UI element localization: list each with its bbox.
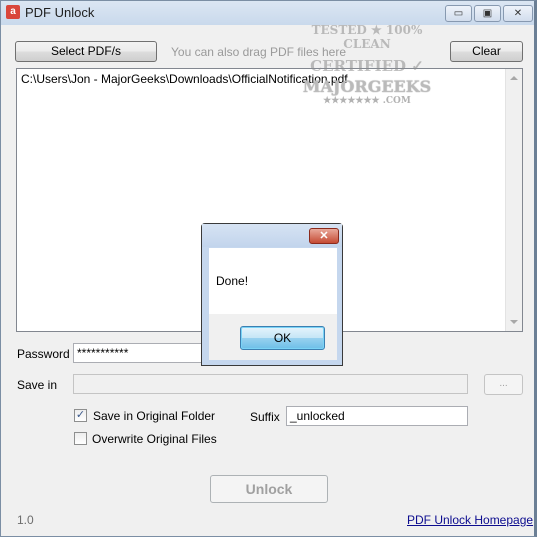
scroll-up-arrow-icon[interactable] <box>510 76 518 80</box>
watermark-com: ★★★★★★★ .COM <box>323 96 411 106</box>
minimize-icon: ▭ <box>453 8 464 19</box>
clear-button[interactable]: Clear <box>450 41 523 62</box>
watermark-certified: CERTIFIED ✓ <box>310 57 424 75</box>
select-pdfs-button[interactable]: Select PDF/s <box>15 41 157 62</box>
overwrite-original-files-checkbox[interactable] <box>74 432 87 445</box>
window-title: PDF Unlock <box>25 5 95 20</box>
done-dialog: ✕ Done! OK <box>201 223 343 366</box>
save-original-folder-checkbox[interactable]: ✓ <box>74 409 87 422</box>
suffix-label: Suffix <box>250 410 280 424</box>
majorgeeks-watermark: TESTED ★ 100% CLEAN CERTIFIED ✓ MAJORGEE… <box>298 23 436 106</box>
unlock-button[interactable]: Unlock <box>210 475 328 503</box>
dialog-body: Done! OK <box>209 248 337 360</box>
save-in-input[interactable] <box>73 374 468 394</box>
close-icon: ✕ <box>319 230 329 242</box>
ok-button[interactable]: OK <box>240 326 325 350</box>
maximize-icon: ▣ <box>482 8 493 19</box>
homepage-link[interactable]: PDF Unlock Homepage <box>407 513 533 527</box>
minimize-button[interactable]: ▭ <box>445 5 472 22</box>
watermark-tested: TESTED ★ 100% CLEAN <box>311 23 423 51</box>
vertical-scrollbar[interactable] <box>505 69 522 331</box>
maximize-button[interactable]: ▣ <box>474 5 501 22</box>
main-window: a PDF Unlock ▭ ▣ ✕ Select PDF/s You can … <box>0 0 537 537</box>
dialog-close-button[interactable]: ✕ <box>309 228 339 244</box>
close-icon: ✕ <box>513 8 523 19</box>
save-original-folder-label[interactable]: Save in Original Folder <box>93 409 215 423</box>
title-bar: a PDF Unlock ▭ ▣ ✕ <box>1 1 534 25</box>
scroll-down-arrow-icon[interactable] <box>510 320 518 324</box>
dialog-message: Done! <box>216 274 249 288</box>
watermark-majorgeeks: MAJORGEEKS <box>302 77 432 96</box>
pdf-unlock-icon: a <box>6 5 20 19</box>
overwrite-original-files-label[interactable]: Overwrite Original Files <box>92 432 217 446</box>
browse-button[interactable]: ... <box>484 374 523 395</box>
suffix-input[interactable]: _unlocked <box>286 406 468 426</box>
password-label: Password <box>17 347 70 361</box>
close-button[interactable]: ✕ <box>503 5 533 22</box>
version-label: 1.0 <box>17 513 34 527</box>
save-in-label: Save in <box>17 378 58 392</box>
